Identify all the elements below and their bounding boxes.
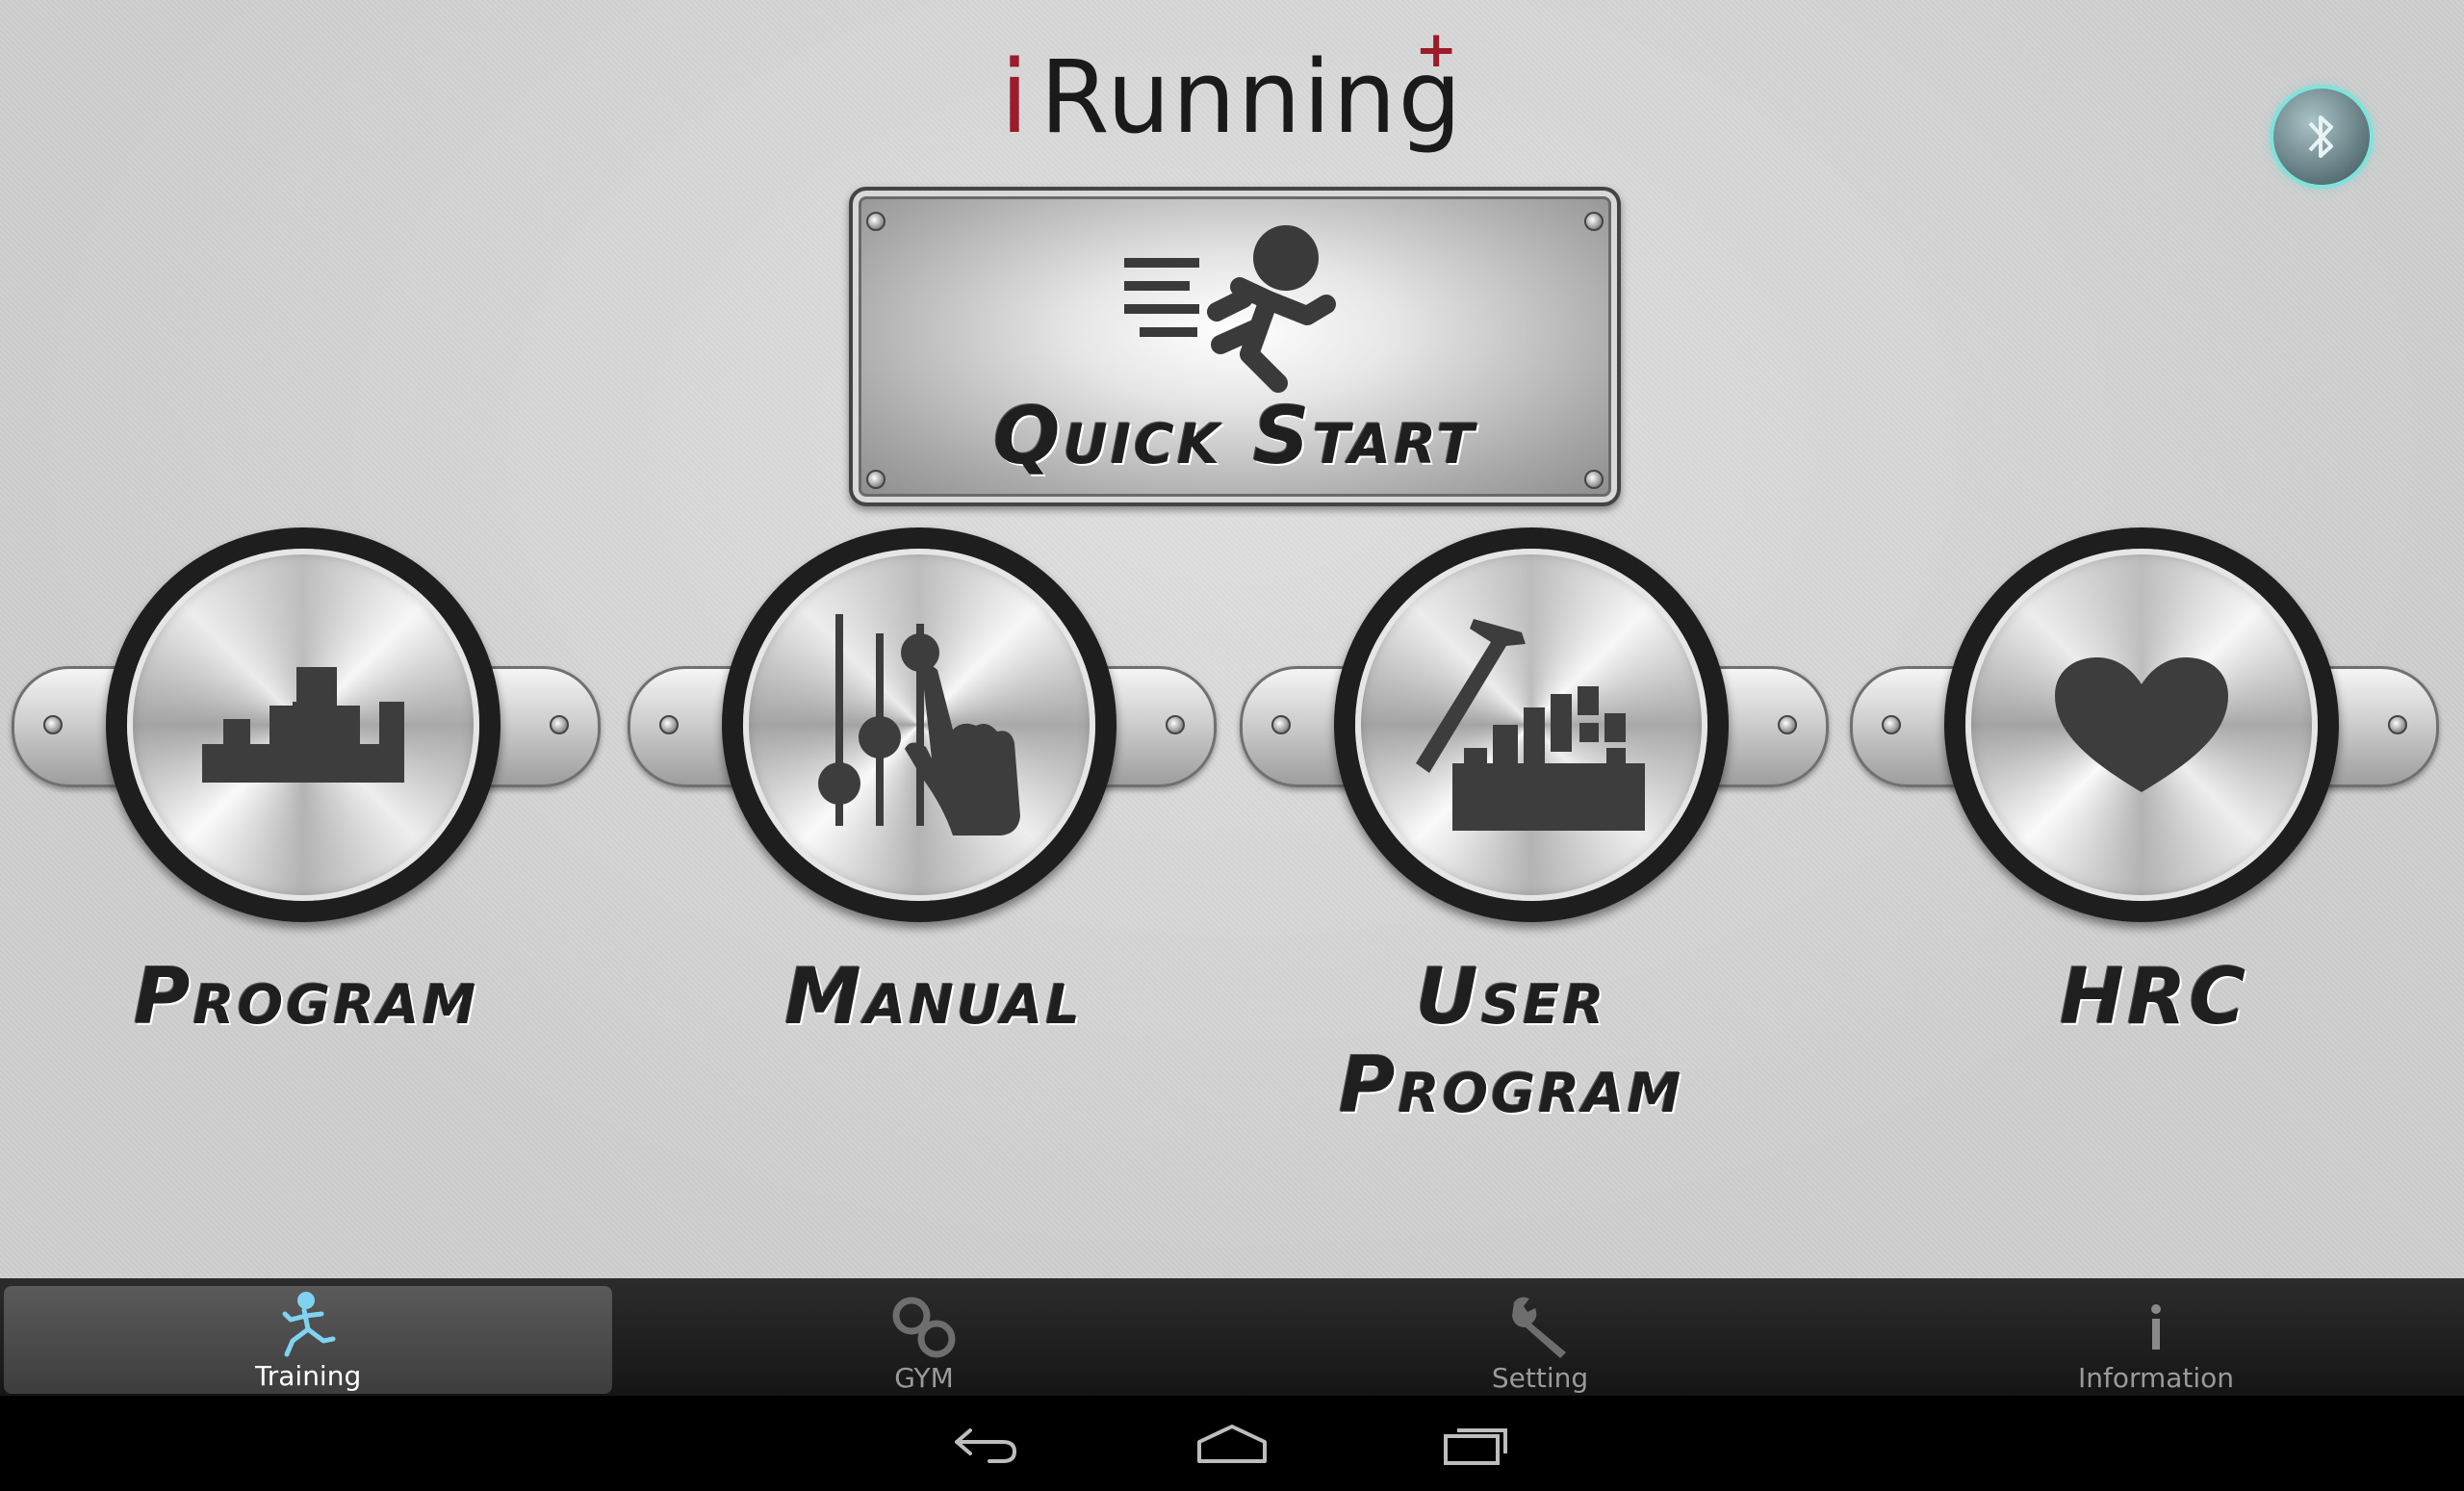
- screw: [1778, 715, 1797, 734]
- back-icon: [955, 1428, 1016, 1463]
- wrench-icon: [1512, 1297, 1566, 1358]
- button-disc: [106, 527, 500, 922]
- logo-plus: +: [1415, 21, 1459, 79]
- tab-training[interactable]: Training: [4, 1286, 612, 1394]
- user-program-button[interactable]: [1232, 524, 1831, 939]
- manual-label: Manual: [784, 952, 1083, 1041]
- tab-label: Information: [2077, 1362, 2235, 1394]
- button-disc: [1944, 527, 2339, 922]
- user-program-label-line2: Program: [1338, 1041, 1684, 1130]
- runner-icon: [282, 1292, 336, 1357]
- user-program-label: User Program: [1174, 953, 1848, 1130]
- app-logo: iRunning +: [991, 21, 1473, 173]
- recent-apps-button[interactable]: [1421, 1415, 1536, 1473]
- runner-icon: [1124, 225, 1336, 393]
- bar-profile-icon: [202, 667, 404, 783]
- bluetooth-icon: [2308, 116, 2333, 158]
- screw: [43, 715, 63, 734]
- tab-label: GYM: [894, 1362, 954, 1394]
- screen: iRunning + Quick Start Program Manual Us…: [0, 0, 2464, 1491]
- user-program-label-line1: User: [1415, 952, 1607, 1041]
- heart-icon: [2055, 657, 2228, 792]
- screw: [1271, 715, 1291, 734]
- slider-hand-icon: [818, 614, 1020, 835]
- logo-text: Running: [1040, 39, 1464, 156]
- screw: [1882, 715, 1901, 734]
- bottom-tab-bar: Training GYM Setting Information: [0, 1278, 2464, 1396]
- screw: [866, 212, 886, 231]
- hammer-blocks-icon: [1416, 619, 1645, 831]
- manual-button[interactable]: [620, 524, 1219, 939]
- home-icon: [1197, 1425, 1267, 1463]
- info-icon: [2151, 1304, 2161, 1350]
- logo-i: i: [1000, 39, 1031, 156]
- tab-information[interactable]: Information: [1848, 1278, 2464, 1396]
- back-button[interactable]: [928, 1415, 1043, 1473]
- screw: [1166, 715, 1185, 734]
- screw: [2388, 715, 2407, 734]
- screw: [659, 715, 679, 734]
- rings-icon: [892, 1297, 956, 1358]
- home-button[interactable]: [1174, 1415, 1290, 1473]
- hrc-label: HRC: [2059, 952, 2249, 1041]
- screw: [550, 715, 569, 734]
- hrc-button[interactable]: [1842, 524, 2441, 939]
- bluetooth-button[interactable]: [2273, 89, 2370, 185]
- tab-label: Setting: [1491, 1362, 1589, 1394]
- recent-apps-icon: [1444, 1428, 1507, 1465]
- program-button[interactable]: [4, 524, 603, 939]
- tab-setting[interactable]: Setting: [1232, 1278, 1848, 1396]
- button-disc: [1334, 527, 1729, 922]
- quick-start-button[interactable]: Quick Start: [849, 187, 1621, 506]
- button-disc: [722, 527, 1116, 922]
- tab-gym[interactable]: GYM: [616, 1278, 1232, 1396]
- quick-start-label: Quick Start: [992, 391, 1477, 482]
- screw: [1584, 212, 1604, 231]
- program-label: Program: [133, 952, 479, 1041]
- tab-label: Training: [254, 1360, 362, 1392]
- system-nav-bar: [0, 1396, 2464, 1491]
